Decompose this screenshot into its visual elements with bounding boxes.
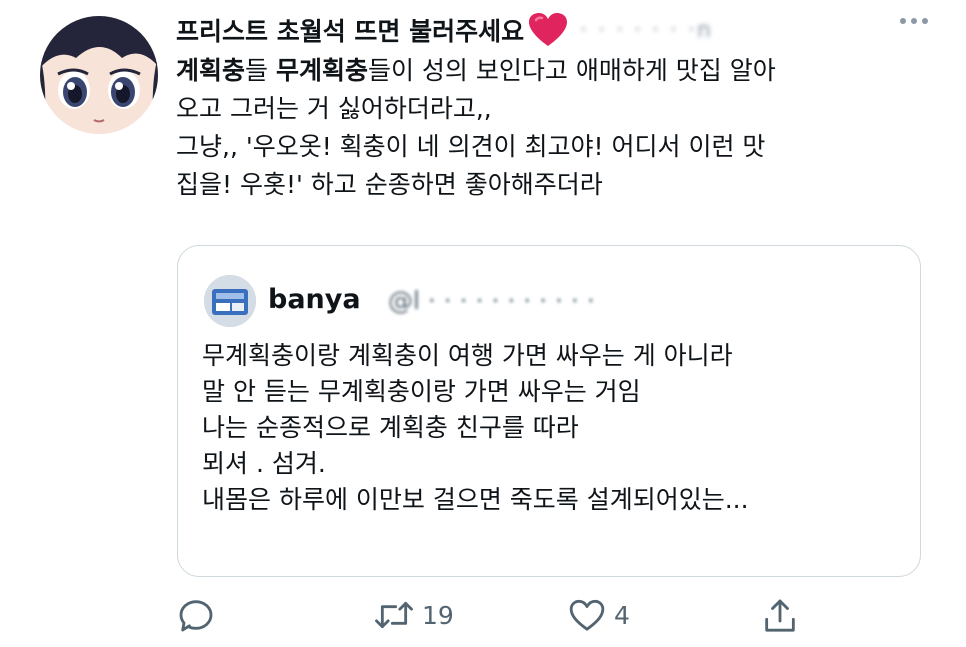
share-button[interactable]	[760, 595, 800, 637]
quoted-tweet-text: 무계획충이랑 계획충이 여행 가면 싸우는 게 아니라말 안 듣는 무계획충이랑…	[202, 338, 902, 518]
tweet-text-line: 계획충들 무계획충들이 성의 보인다고 애매하게 맛집 알아	[176, 52, 946, 90]
quoted-text-line: 말 안 듣는 무계획충이랑 가면 싸우는 거임	[202, 377, 641, 406]
display-name[interactable]: 프리스트 초월석 뜨면 불러주세요	[176, 12, 524, 48]
quoted-tweet-card[interactable]: banya @l · · · · · · · · · · · 무계획충이랑 계획…	[177, 245, 921, 577]
tweet-header: 프리스트 초월석 뜨면 불러주세요 · · · · · · ·n	[176, 8, 936, 52]
retweet-count: 19	[422, 600, 454, 630]
retweet-icon	[372, 595, 416, 635]
quoted-display-name[interactable]: banya	[268, 284, 361, 315]
quoted-text-line: 무계획충이랑 계획충이 여행 가면 싸우는 게 아니라	[202, 341, 733, 370]
tweet-text-line: 집을! 우홋!' 하고 순종하면 좋아해주더라	[176, 166, 946, 204]
quoted-text-line: 내몸은 하루에 이만보 걸으면 죽도록 설계되어있는...	[202, 485, 749, 514]
like-count: 4	[614, 600, 630, 630]
more-options-icon[interactable]	[900, 18, 928, 24]
bold-text-segment: 계획충	[176, 56, 246, 85]
quoted-username-handle[interactable]: @l · · · · · · · · · · ·	[388, 286, 595, 315]
tweet-text-line: 그냥,, '우오옷! 획충이 네 의견이 최고야! 어디서 이런 맛	[176, 128, 946, 166]
quoted-text-line: 뫼셔 . 섬겨.	[202, 449, 326, 478]
avatar[interactable]	[40, 16, 158, 134]
text-segment: 집을! 우홋!' 하고 순종하면 좋아해주더라	[176, 170, 603, 199]
reply-button[interactable]	[176, 595, 216, 635]
retweet-button[interactable]: 19	[372, 595, 454, 635]
bold-text-segment: 무계획충	[275, 56, 368, 85]
heart-outline-icon	[566, 595, 608, 635]
text-segment: 오고 그러는 거 싫어하더라고,,	[176, 94, 492, 123]
text-segment: 들이 성의 보인다고 애매하게 맛집 알아	[367, 56, 776, 85]
tweet-actions: 19 4	[176, 595, 856, 643]
like-button[interactable]: 4	[566, 595, 630, 635]
tweet-text: 계획충들 무계획충들이 성의 보인다고 애매하게 맛집 알아오고 그러는 거 싫…	[176, 52, 946, 204]
red-heart-emoji-icon	[528, 12, 568, 48]
username-handle[interactable]: · · · · · · ·n	[580, 18, 713, 43]
quoted-avatar	[204, 275, 256, 327]
tweet-text-line: 오고 그러는 거 싫어하더라고,,	[176, 90, 946, 128]
text-segment: 그냥,, '우오옷! 획충이 네 의견이 최고야! 어디서 이런 맛	[176, 132, 766, 161]
text-segment: 들	[245, 56, 276, 85]
quoted-text-line: 나는 순종적으로 계획충 친구를 따라	[202, 413, 579, 442]
reply-icon	[176, 595, 216, 635]
share-icon	[760, 595, 800, 637]
anime-avatar-image	[40, 16, 158, 134]
